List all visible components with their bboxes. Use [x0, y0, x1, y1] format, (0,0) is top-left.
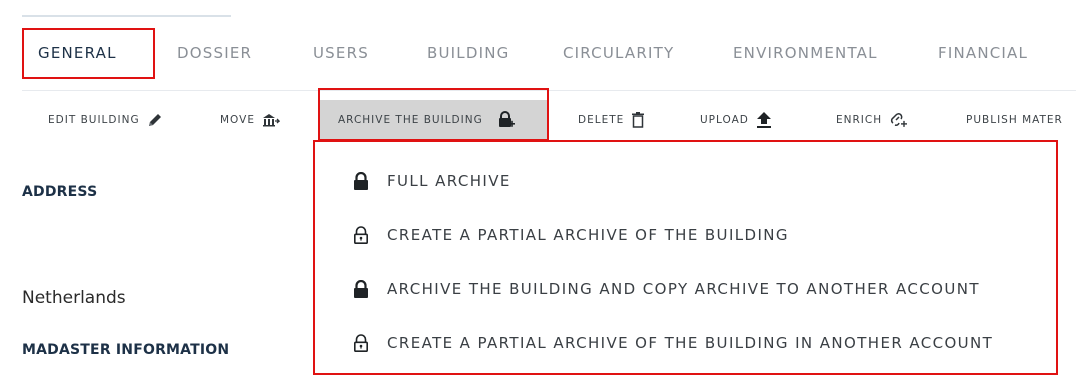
delete-button[interactable]: DELETE: [578, 100, 645, 140]
publish-materials-button[interactable]: PUBLISH MATER: [966, 100, 1070, 140]
pencil-icon: [147, 112, 163, 128]
upload-button[interactable]: UPLOAD: [700, 100, 772, 140]
menu-item-label: CREATE A PARTIAL ARCHIVE OF THE BUILDING: [387, 226, 789, 244]
menu-item-label: FULL ARCHIVE: [387, 172, 511, 190]
action-toolbar: EDIT BUILDING MOVE ARCHIVE THE BUILDING: [0, 100, 1076, 140]
move-building-icon: [262, 113, 280, 127]
menu-item-label: ARCHIVE THE BUILDING AND COPY ARCHIVE TO…: [387, 280, 980, 298]
menu-item-label: CREATE A PARTIAL ARCHIVE OF THE BUILDING…: [387, 334, 994, 352]
publish-label: PUBLISH MATER: [966, 114, 1063, 126]
archive-building-label: ARCHIVE THE BUILDING: [338, 114, 483, 126]
upload-label: UPLOAD: [700, 114, 749, 126]
lock-closed-icon: [353, 172, 375, 190]
menu-item-partial-archive[interactable]: CREATE A PARTIAL ARCHIVE OF THE BUILDING: [353, 226, 789, 244]
move-button[interactable]: MOVE: [220, 100, 280, 140]
tab-dossier[interactable]: DOSSIER: [177, 44, 252, 62]
delete-label: DELETE: [578, 114, 625, 126]
menu-item-partial-archive-other-account[interactable]: CREATE A PARTIAL ARCHIVE OF THE BUILDING…: [353, 334, 993, 352]
edit-building-button[interactable]: EDIT BUILDING: [48, 100, 163, 140]
enrich-link-icon: [889, 111, 908, 129]
menu-item-full-archive[interactable]: FULL ARCHIVE: [353, 172, 511, 190]
enrich-button[interactable]: ENRICH: [836, 100, 908, 140]
tabs-divider: [22, 90, 1076, 91]
tab-environmental[interactable]: ENVIRONMENTAL: [733, 44, 878, 62]
trash-icon: [631, 112, 645, 128]
address-heading: ADDRESS: [22, 184, 98, 200]
lock-closed-icon: [353, 280, 375, 298]
menu-item-archive-and-copy[interactable]: ARCHIVE THE BUILDING AND COPY ARCHIVE TO…: [353, 280, 980, 298]
lock-plus-icon: [497, 111, 515, 129]
upload-arrow-icon: [756, 111, 772, 129]
tab-financial[interactable]: FINANCIAL: [938, 44, 1028, 62]
madaster-information-heading: MADASTER INFORMATION: [22, 342, 230, 358]
archive-options-menu: FULL ARCHIVE CREATE A PARTIAL ARCHIVE OF…: [313, 140, 1058, 375]
tab-building[interactable]: BUILDING: [427, 44, 509, 62]
general-tab-highlight: [22, 28, 155, 79]
lock-open-icon: [353, 334, 375, 352]
country-value: Netherlands: [22, 288, 126, 308]
archive-building-button[interactable]: ARCHIVE THE BUILDING: [320, 100, 547, 140]
edit-building-label: EDIT BUILDING: [48, 114, 140, 126]
lock-open-icon: [353, 226, 375, 244]
enrich-label: ENRICH: [836, 114, 883, 126]
move-label: MOVE: [220, 114, 255, 126]
tab-users[interactable]: USERS: [313, 44, 369, 62]
tab-circularity[interactable]: CIRCULARITY: [563, 44, 674, 62]
tab-bar: GENERAL DOSSIER USERS BUILDING CIRCULARI…: [0, 0, 1076, 110]
